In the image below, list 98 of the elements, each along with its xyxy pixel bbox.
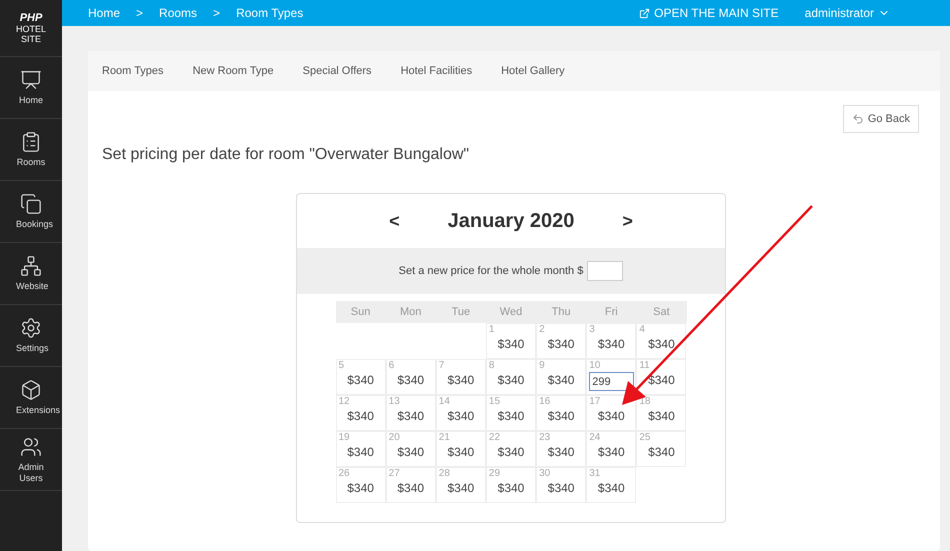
day-number: 21 [438, 432, 450, 444]
day-number: 1 [488, 324, 494, 336]
tab[interactable]: Special Offers [302, 62, 372, 80]
go-back-button[interactable]: Go Back [842, 105, 919, 133]
sidebar-item[interactable]: Admin Users [0, 429, 62, 491]
clipboard-icon [20, 131, 42, 153]
breadcrumb-separator: > [213, 5, 220, 22]
day-number: 2 [539, 324, 545, 336]
day-number: 8 [488, 360, 494, 372]
weekday-header: Thu [550, 305, 572, 320]
day-number: 4 [639, 324, 645, 336]
weekday-header: Tue [450, 305, 472, 320]
day-number: 17 [589, 396, 600, 408]
month-price-label: Set a new price for the whole month $ [398, 264, 584, 279]
sidebar-item[interactable]: Extensions [0, 367, 62, 429]
weekday-header: Fri [604, 305, 619, 320]
weekday-header: Wed [498, 305, 524, 320]
back-arrow-icon [852, 113, 864, 125]
tab[interactable]: Hotel Facilities [400, 62, 472, 80]
day-number: 20 [388, 432, 400, 444]
day-price: $340 [548, 408, 574, 424]
day-number: 15 [488, 396, 500, 408]
day-price: $340 [448, 480, 474, 496]
tab[interactable]: New Room Type [192, 62, 274, 80]
tab[interactable]: Room Types [102, 62, 164, 80]
day-price: $340 [648, 408, 675, 424]
day-number: 13 [388, 396, 400, 408]
previous-month-button[interactable]: < [389, 208, 400, 234]
day-number: 31 [589, 468, 600, 480]
day-number: 30 [539, 468, 550, 480]
weekday-header: Sat [652, 305, 671, 320]
sidebar-item[interactable]: Bookings [0, 181, 62, 243]
day-number: 28 [438, 468, 450, 480]
day-number: 16 [539, 396, 550, 408]
presentation-board-icon [20, 69, 42, 91]
day-number: 14 [438, 396, 450, 408]
day-price: $340 [648, 336, 675, 352]
day-number: 5 [338, 360, 344, 372]
price-input[interactable]: 299 [589, 372, 634, 391]
day-number: 19 [338, 432, 350, 444]
weekday-header: Sun [350, 305, 372, 320]
next-month-button[interactable]: > [622, 208, 633, 234]
day-price: $340 [548, 336, 574, 352]
day-price: $340 [648, 372, 675, 388]
breadcrumb-separator: > [136, 5, 144, 22]
settings-icon [20, 317, 42, 339]
day-number: 26 [338, 468, 350, 480]
stacked-windows-icon [20, 193, 42, 215]
day-price: $340 [548, 480, 574, 496]
day-number: 3 [589, 324, 595, 336]
day-number: 9 [539, 360, 545, 372]
day-price: $340 [548, 444, 574, 460]
day-price: $340 [347, 408, 374, 424]
weekday-header: Mon [399, 305, 422, 320]
page-heading: Set pricing per date for room "Overwater Bungalow" [101, 145, 470, 165]
day-price: $340 [397, 444, 424, 460]
day-number: 6 [388, 360, 394, 372]
day-number: 29 [488, 468, 500, 480]
day-price: $340 [448, 408, 474, 424]
day-number: 22 [488, 432, 500, 444]
sidebar-item[interactable]: Home [0, 57, 62, 119]
users-icon [20, 436, 42, 458]
external-link-icon [639, 8, 650, 18]
network-icon [20, 255, 42, 277]
day-price: $340 [498, 408, 524, 424]
day-price: $340 [498, 480, 524, 496]
day-price: $340 [548, 372, 574, 388]
day-price: $340 [498, 372, 524, 388]
day-price: $340 [498, 444, 524, 460]
cube-icon [20, 379, 42, 401]
day-number: 25 [639, 432, 650, 444]
day-price: $340 [598, 336, 625, 352]
sidebar-item[interactable]: Rooms [0, 119, 62, 181]
day-number: 23 [539, 432, 550, 444]
day-number: 7 [438, 360, 444, 372]
day-price: $340 [648, 444, 675, 460]
month-title: January 2020 [448, 209, 574, 234]
sidebar-item[interactable]: Website [0, 243, 62, 305]
day-price: $340 [448, 444, 474, 460]
day-number: 10 [589, 360, 600, 372]
day-price: $340 [598, 480, 625, 496]
day-price: $340 [598, 408, 625, 424]
day-price: $340 [347, 444, 374, 460]
day-price: $340 [498, 336, 524, 352]
day-number: 12 [338, 396, 350, 408]
day-price: $340 [598, 444, 625, 460]
day-price: $340 [397, 408, 424, 424]
day-number: 27 [388, 468, 400, 480]
day-number: 11 [639, 360, 650, 372]
day-price: $340 [347, 372, 374, 388]
month-price-input[interactable] [587, 261, 624, 281]
sidebar-item[interactable]: Settings [0, 305, 62, 367]
day-price: $340 [448, 372, 474, 388]
tab[interactable]: Hotel Gallery [501, 62, 565, 80]
day-number: 24 [589, 432, 600, 444]
day-price: $340 [397, 372, 424, 388]
day-price: $340 [347, 480, 374, 496]
day-price: $340 [397, 480, 424, 496]
